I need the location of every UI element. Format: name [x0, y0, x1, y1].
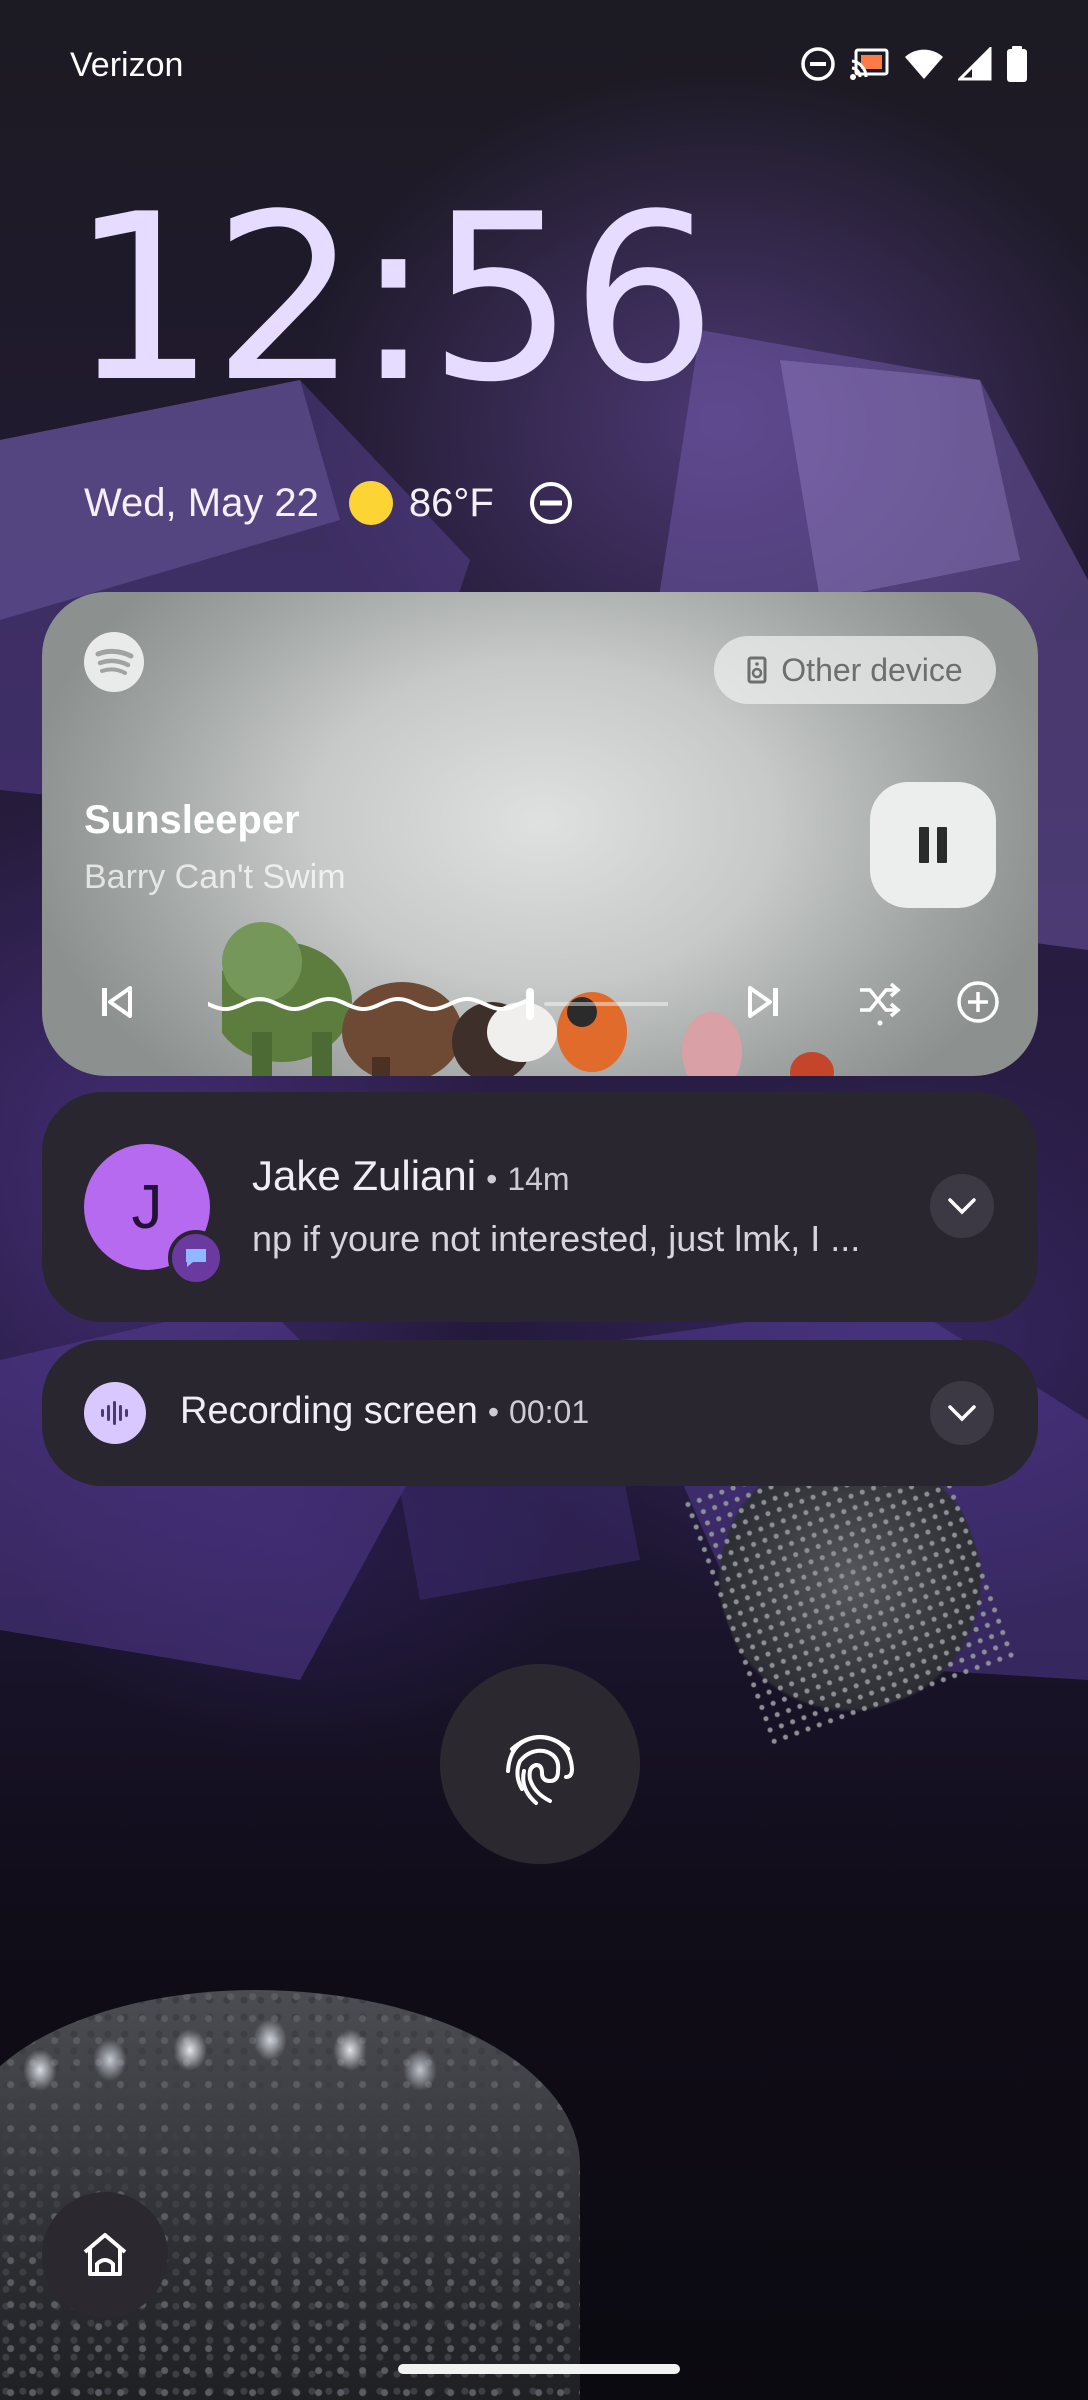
screen-record-icon [84, 1382, 146, 1444]
gesture-navigation-handle[interactable] [398, 2364, 680, 2374]
lockscreen-clock: 12:56 [70, 166, 717, 433]
media-player-card[interactable]: Other device Sunsleeper Barry Can't Swim [42, 592, 1038, 1076]
screen-recording-notification[interactable]: Recording screen • 00:01 [42, 1340, 1038, 1486]
carrier-name: Verizon [70, 46, 184, 84]
cast-icon [850, 48, 889, 80]
previous-icon [102, 986, 132, 1018]
expand-notification-button[interactable] [930, 1174, 994, 1238]
home-controls-button[interactable] [42, 2192, 168, 2318]
separator: • [486, 1161, 498, 1197]
sender-name: Jake Zuliani [252, 1152, 477, 1199]
output-device-label: Other device [781, 651, 963, 688]
home-icon [83, 2233, 127, 2276]
shuffle-button[interactable] [850, 972, 910, 1032]
chevron-down-icon [948, 1198, 976, 1215]
cell-signal-icon [958, 47, 992, 81]
recording-title: Recording screen [180, 1390, 478, 1432]
separator: • [487, 1394, 500, 1430]
output-device-chip[interactable]: Other device [714, 636, 996, 704]
next-button[interactable] [734, 972, 794, 1032]
date-weather-row[interactable]: Wed, May 22 86°F [84, 480, 574, 526]
temperature-label: 86°F [408, 480, 494, 525]
notification-header: Recording screen • 00:01 [180, 1390, 589, 1433]
seek-bar[interactable] [208, 986, 668, 1022]
date-label: Wed, May 22 [84, 480, 319, 525]
media-controls [42, 972, 1038, 1032]
messages-app-badge-icon [168, 1230, 224, 1286]
message-notification[interactable]: J Jake Zuliani • 14m np if youre not int… [42, 1092, 1038, 1322]
status-icons [800, 46, 1028, 82]
shuffle-icon [860, 982, 901, 1026]
fingerprint-icon [506, 1734, 575, 1805]
do-not-disturb-icon [529, 482, 572, 524]
wifi-icon [905, 49, 943, 79]
recording-timer: 00:01 [509, 1394, 590, 1430]
song-artist: Barry Can't Swim [84, 858, 346, 896]
previous-button[interactable] [86, 972, 146, 1032]
next-icon [748, 986, 778, 1018]
do-not-disturb-icon [801, 47, 835, 81]
add-to-library-button[interactable] [948, 972, 1008, 1032]
pause-button[interactable] [870, 782, 996, 908]
sun-icon [348, 481, 393, 525]
seek-progress-wave [208, 996, 532, 1012]
seek-thumb[interactable] [526, 988, 534, 1020]
message-preview: np if youre not interested, just lmk, I … [252, 1218, 861, 1259]
status-bar: Verizon [0, 0, 1088, 130]
pause-icon [919, 827, 947, 863]
spotify-icon [84, 632, 144, 692]
notification-time: 14m [507, 1161, 570, 1197]
quartz-crystals [0, 2010, 520, 2130]
battery-icon [1007, 46, 1027, 82]
notification-header: Jake Zuliani • 14m [252, 1152, 570, 1200]
chevron-down-icon [948, 1405, 976, 1422]
add-icon [957, 981, 999, 1023]
expand-notification-button[interactable] [930, 1381, 994, 1445]
fingerprint-unlock-button[interactable] [440, 1664, 640, 1864]
song-title: Sunsleeper [84, 798, 300, 842]
speaker-icon [747, 656, 767, 684]
